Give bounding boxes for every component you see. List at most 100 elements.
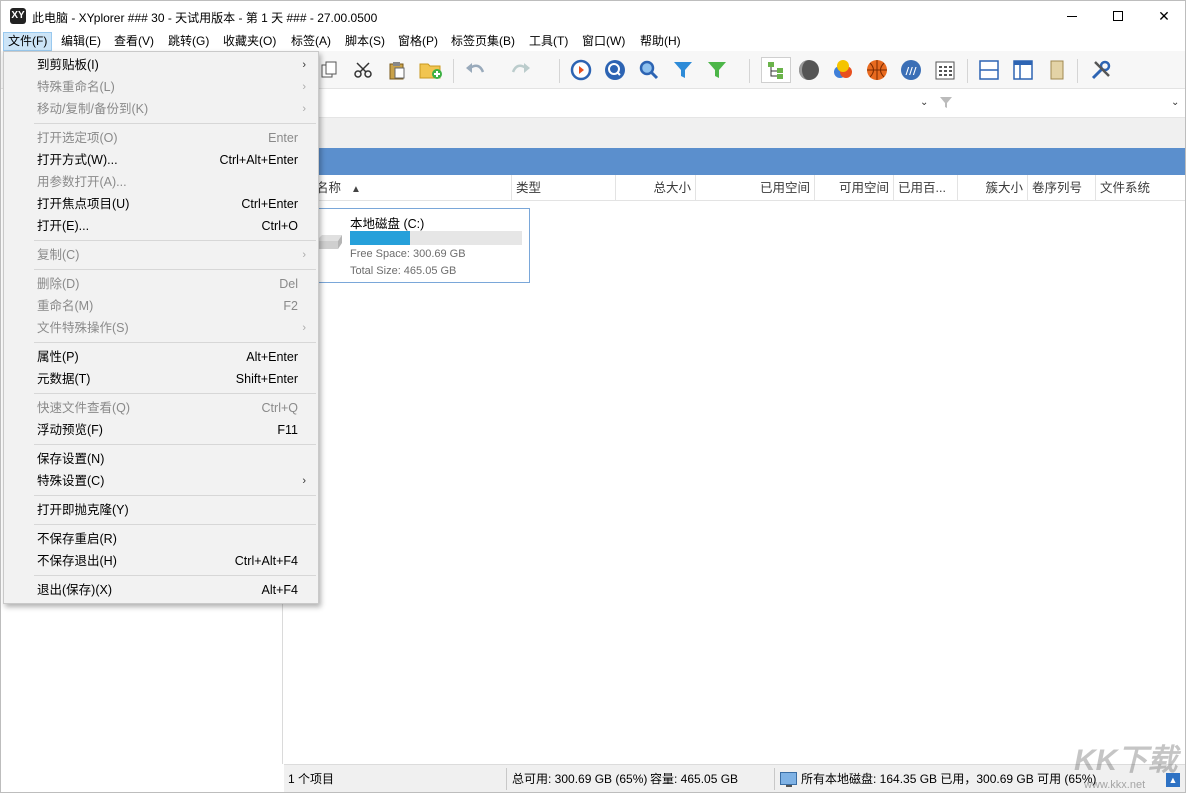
green-filter-icon[interactable] (705, 59, 729, 81)
menu-view[interactable]: 查看(V) (110, 32, 158, 51)
menu-item-label: 特殊重命名(L) (37, 80, 115, 94)
badge-icon[interactable]: /// (899, 59, 923, 81)
column-type[interactable]: 类型 (512, 175, 616, 201)
layout-icon[interactable] (1011, 59, 1035, 81)
sports-ball-icon[interactable] (865, 59, 889, 81)
status-capacity: 容量: 465.05 GB (650, 772, 739, 786)
menu-item-label: 属性(P) (37, 350, 79, 364)
menu-tags[interactable]: 标签(A) (287, 32, 335, 51)
paste-icon[interactable] (385, 59, 409, 81)
column-total-size[interactable]: 总大小 (616, 175, 696, 201)
menu-separator (34, 495, 316, 496)
file-menu-item: 移动/复制/备份到(K) › (4, 98, 318, 120)
column-file-system[interactable]: 文件系统 (1096, 175, 1176, 201)
address-dropdown-chevron-icon[interactable]: ⌄ (920, 97, 928, 108)
menu-separator (34, 123, 316, 124)
redo-icon[interactable] (509, 59, 533, 81)
file-menu-item[interactable]: 保存设置(N) (4, 448, 318, 470)
menu-item-label: 快速文件查看(Q) (37, 401, 131, 415)
column-free-space[interactable]: 可用空间 (815, 175, 894, 201)
cut-icon[interactable] (351, 59, 375, 81)
menu-item-label: 文件特殊操作(S) (37, 321, 129, 335)
menu-tools[interactable]: 工具(T) (525, 32, 572, 51)
file-menu-item[interactable]: 浮动预览(F) F11 (4, 419, 318, 441)
dark-mode-icon[interactable] (797, 59, 821, 81)
column-header-row: 名称 ▲ 类型 总大小 已用空间 可用空间 已用百... 簇大小 卷序列号 文件系… (284, 175, 1185, 201)
menu-separator (34, 240, 316, 241)
menu-item-label: 退出(保存)(X) (37, 583, 112, 597)
menu-item-label: 不保存重启(R) (37, 532, 117, 546)
column-name[interactable]: 名称 ▲ (312, 175, 512, 201)
column-used-space[interactable]: 已用空间 (696, 175, 815, 201)
tools-icon[interactable] (1089, 59, 1113, 81)
search-icon[interactable] (637, 59, 661, 81)
file-menu-item[interactable]: 属性(P) Alt+Enter (4, 346, 318, 368)
horizontal-split-icon[interactable] (977, 59, 1001, 81)
column-used-percent[interactable]: 已用百... (894, 175, 958, 201)
status-all-drives: 所有本地磁盘: 164.35 GB 已用，300.69 GB 可用 (65%) (801, 772, 1097, 786)
file-menu-item[interactable]: 退出(保存)(X) Alt+F4 (4, 579, 318, 601)
column-cluster-size[interactable]: 簇大小 (958, 175, 1028, 201)
menu-item-shortcut: Alt+F4 (261, 583, 298, 597)
xyplorer-logo-icon: XY (10, 8, 26, 24)
preview-pane-icon[interactable] (1045, 59, 1069, 81)
minimize-button[interactable] (1049, 1, 1095, 31)
go-icon[interactable] (569, 59, 593, 81)
tree-icon[interactable] (761, 57, 791, 83)
catalog-filter-icon[interactable] (939, 96, 953, 113)
menu-item-shortcut: Ctrl+Q (261, 401, 298, 415)
computer-icon (780, 772, 797, 787)
file-menu-item[interactable]: 特殊设置(C) › (4, 470, 318, 492)
menu-item-label: 打开焦点项目(U) (37, 197, 130, 211)
file-menu-item[interactable]: 不保存退出(H) Ctrl+Alt+F4 (4, 550, 318, 572)
menu-item-shortcut: F2 (283, 299, 298, 313)
menu-item-shortcut: Ctrl+Alt+F4 (234, 554, 298, 568)
status-expand-button[interactable]: ▲ (1166, 773, 1180, 787)
menu-help[interactable]: 帮助(H) (636, 32, 685, 51)
find-files-icon[interactable] (603, 59, 627, 81)
minimize-icon (1067, 15, 1077, 17)
maximize-button[interactable] (1095, 1, 1141, 31)
menu-item-label: 打开选定项(O) (37, 131, 118, 145)
close-button[interactable]: ✕ (1141, 1, 1185, 31)
file-menu-item[interactable]: 打开焦点项目(U) Ctrl+Enter (4, 193, 318, 215)
file-menu-item[interactable]: 元数据(T) Shift+Enter (4, 368, 318, 390)
menu-separator (34, 524, 316, 525)
filter-icon[interactable] (671, 59, 695, 81)
color-filter-icon[interactable] (831, 59, 855, 81)
menu-file[interactable]: 文件(F) (3, 32, 53, 51)
menu-item-shortcut: Del (279, 277, 298, 291)
menu-separator (34, 393, 316, 394)
copy-icon[interactable] (317, 59, 341, 81)
watermark-logo: KK下载 (1074, 744, 1178, 777)
menu-go[interactable]: 跳转(G) (164, 32, 213, 51)
new-folder-icon[interactable] (419, 59, 443, 81)
menu-favorites[interactable]: 收藏夹(O) (219, 32, 280, 51)
drive-tile-c[interactable]: 本地磁盘 (C:) Free Space: 300.69 GB Total Si… (293, 208, 530, 283)
file-menu-item[interactable]: 打开方式(W)... Ctrl+Alt+Enter (4, 149, 318, 171)
drive-free-space: Free Space: 300.69 GB (350, 248, 466, 260)
menu-item-label: 特殊设置(C) (37, 474, 105, 488)
file-menu-item[interactable]: 打开即抛克隆(Y) (4, 499, 318, 521)
menu-item-shortcut: Shift+Enter (235, 372, 298, 386)
column-volume-serial[interactable]: 卷序列号 (1028, 175, 1096, 201)
undo-icon[interactable] (463, 59, 487, 81)
menu-edit[interactable]: 编辑(E) (57, 32, 105, 51)
file-menu-dropdown: 到剪贴板(I) › 特殊重命名(L) › 移动/复制/备份到(K) › 打开选定项(O) En… (3, 51, 319, 604)
calendar-grid-icon[interactable] (933, 59, 957, 81)
file-menu-item[interactable]: 到剪贴板(I) › (4, 54, 318, 76)
status-item-count: 1 个项目 (288, 772, 335, 786)
menu-tabsets[interactable]: 标签页集(B) (447, 32, 519, 51)
menu-separator (34, 269, 316, 270)
file-menu-item[interactable]: 不保存重启(R) (4, 528, 318, 550)
menu-bar: 文件(F) 编辑(E) 查看(V) 跳转(G) 收藏夹(O) 标签(A) 脚本(… (1, 31, 1185, 51)
watermark-url: www.kkx.net (1084, 779, 1146, 791)
filter-dropdown-chevron-icon[interactable]: ⌄ (1171, 97, 1179, 108)
menu-window[interactable]: 窗口(W) (578, 32, 629, 51)
menu-scripting[interactable]: 脚本(S) (341, 32, 389, 51)
menu-panes[interactable]: 窗格(P) (394, 32, 442, 51)
menu-item-shortcut: Ctrl+Alt+Enter (219, 153, 298, 167)
file-menu-item: 打开选定项(O) Enter (4, 127, 318, 149)
status-free-space: 总可用: 300.69 GB (65%) (512, 772, 648, 786)
file-menu-item[interactable]: 打开(E)... Ctrl+O (4, 215, 318, 237)
